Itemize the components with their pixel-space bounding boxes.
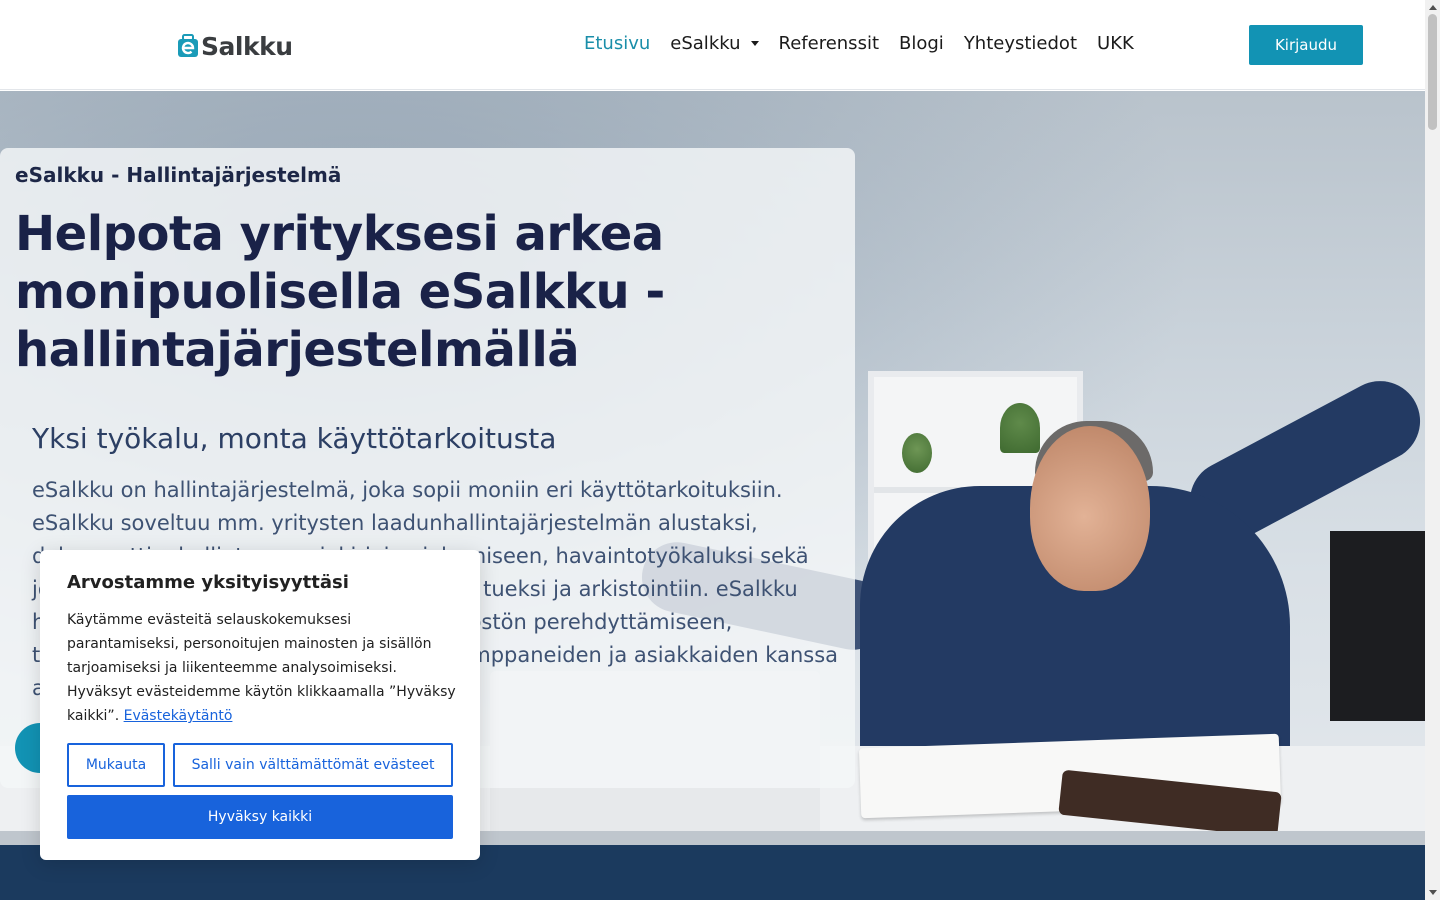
scroll-down-icon[interactable]: [1429, 890, 1437, 895]
cookie-title: Arvostamme yksityisyyttäsi: [67, 572, 349, 593]
hero-title: Helpota yrityksesi arkea monipuolisella …: [15, 206, 665, 378]
nav-item-blogi[interactable]: Blogi: [899, 33, 944, 54]
hero-eyebrow: eSalkku - Hallintajärjestelmä: [15, 163, 342, 187]
cookie-policy-link[interactable]: Evästekäytäntö: [124, 708, 233, 724]
nav-item-ukk[interactable]: UKK: [1097, 33, 1134, 54]
site-header: Salkku Etusivu eSalkku Referenssit Blogi…: [0, 0, 1425, 90]
briefcase-logo-icon: [177, 34, 199, 58]
nav-item-etusivu[interactable]: Etusivu: [584, 33, 650, 54]
necessary-only-button[interactable]: Salli vain välttämättömät evästeet: [173, 743, 453, 787]
nav-item-esalkku[interactable]: eSalkku: [670, 33, 759, 54]
plant-image: [1000, 403, 1040, 453]
scroll-thumb[interactable]: [1428, 14, 1437, 130]
customize-button[interactable]: Mukauta: [67, 743, 165, 787]
plant-image: [902, 433, 932, 473]
monitor-image: [1330, 531, 1425, 721]
nav-item-yhteystiedot[interactable]: Yhteystiedot: [964, 33, 1077, 54]
scroll-up-icon[interactable]: [1429, 5, 1437, 10]
login-button[interactable]: Kirjaudu: [1249, 25, 1363, 65]
person-head-image: [1030, 426, 1150, 591]
nav-item-referenssit[interactable]: Referenssit: [779, 33, 880, 54]
accept-all-button[interactable]: Hyväksy kaikki: [67, 795, 453, 839]
logo-text: Salkku: [201, 31, 293, 61]
hero-subtitle: Yksi työkalu, monta käyttötarkoitusta: [32, 422, 557, 455]
caret-down-icon: [750, 41, 759, 46]
esalkku-logo[interactable]: Salkku: [177, 31, 293, 61]
cookie-consent-dialog: Arvostamme yksityisyyttäsi Käytämme eväs…: [40, 550, 480, 860]
main-nav: Etusivu eSalkku Referenssit Blogi Yhteys…: [584, 33, 1154, 54]
cookie-text: Käytämme evästeitä selauskokemuksesi par…: [67, 608, 457, 728]
nav-item-esalkku-label: eSalkku: [670, 33, 741, 54]
page-scrollbar[interactable]: [1425, 0, 1440, 900]
